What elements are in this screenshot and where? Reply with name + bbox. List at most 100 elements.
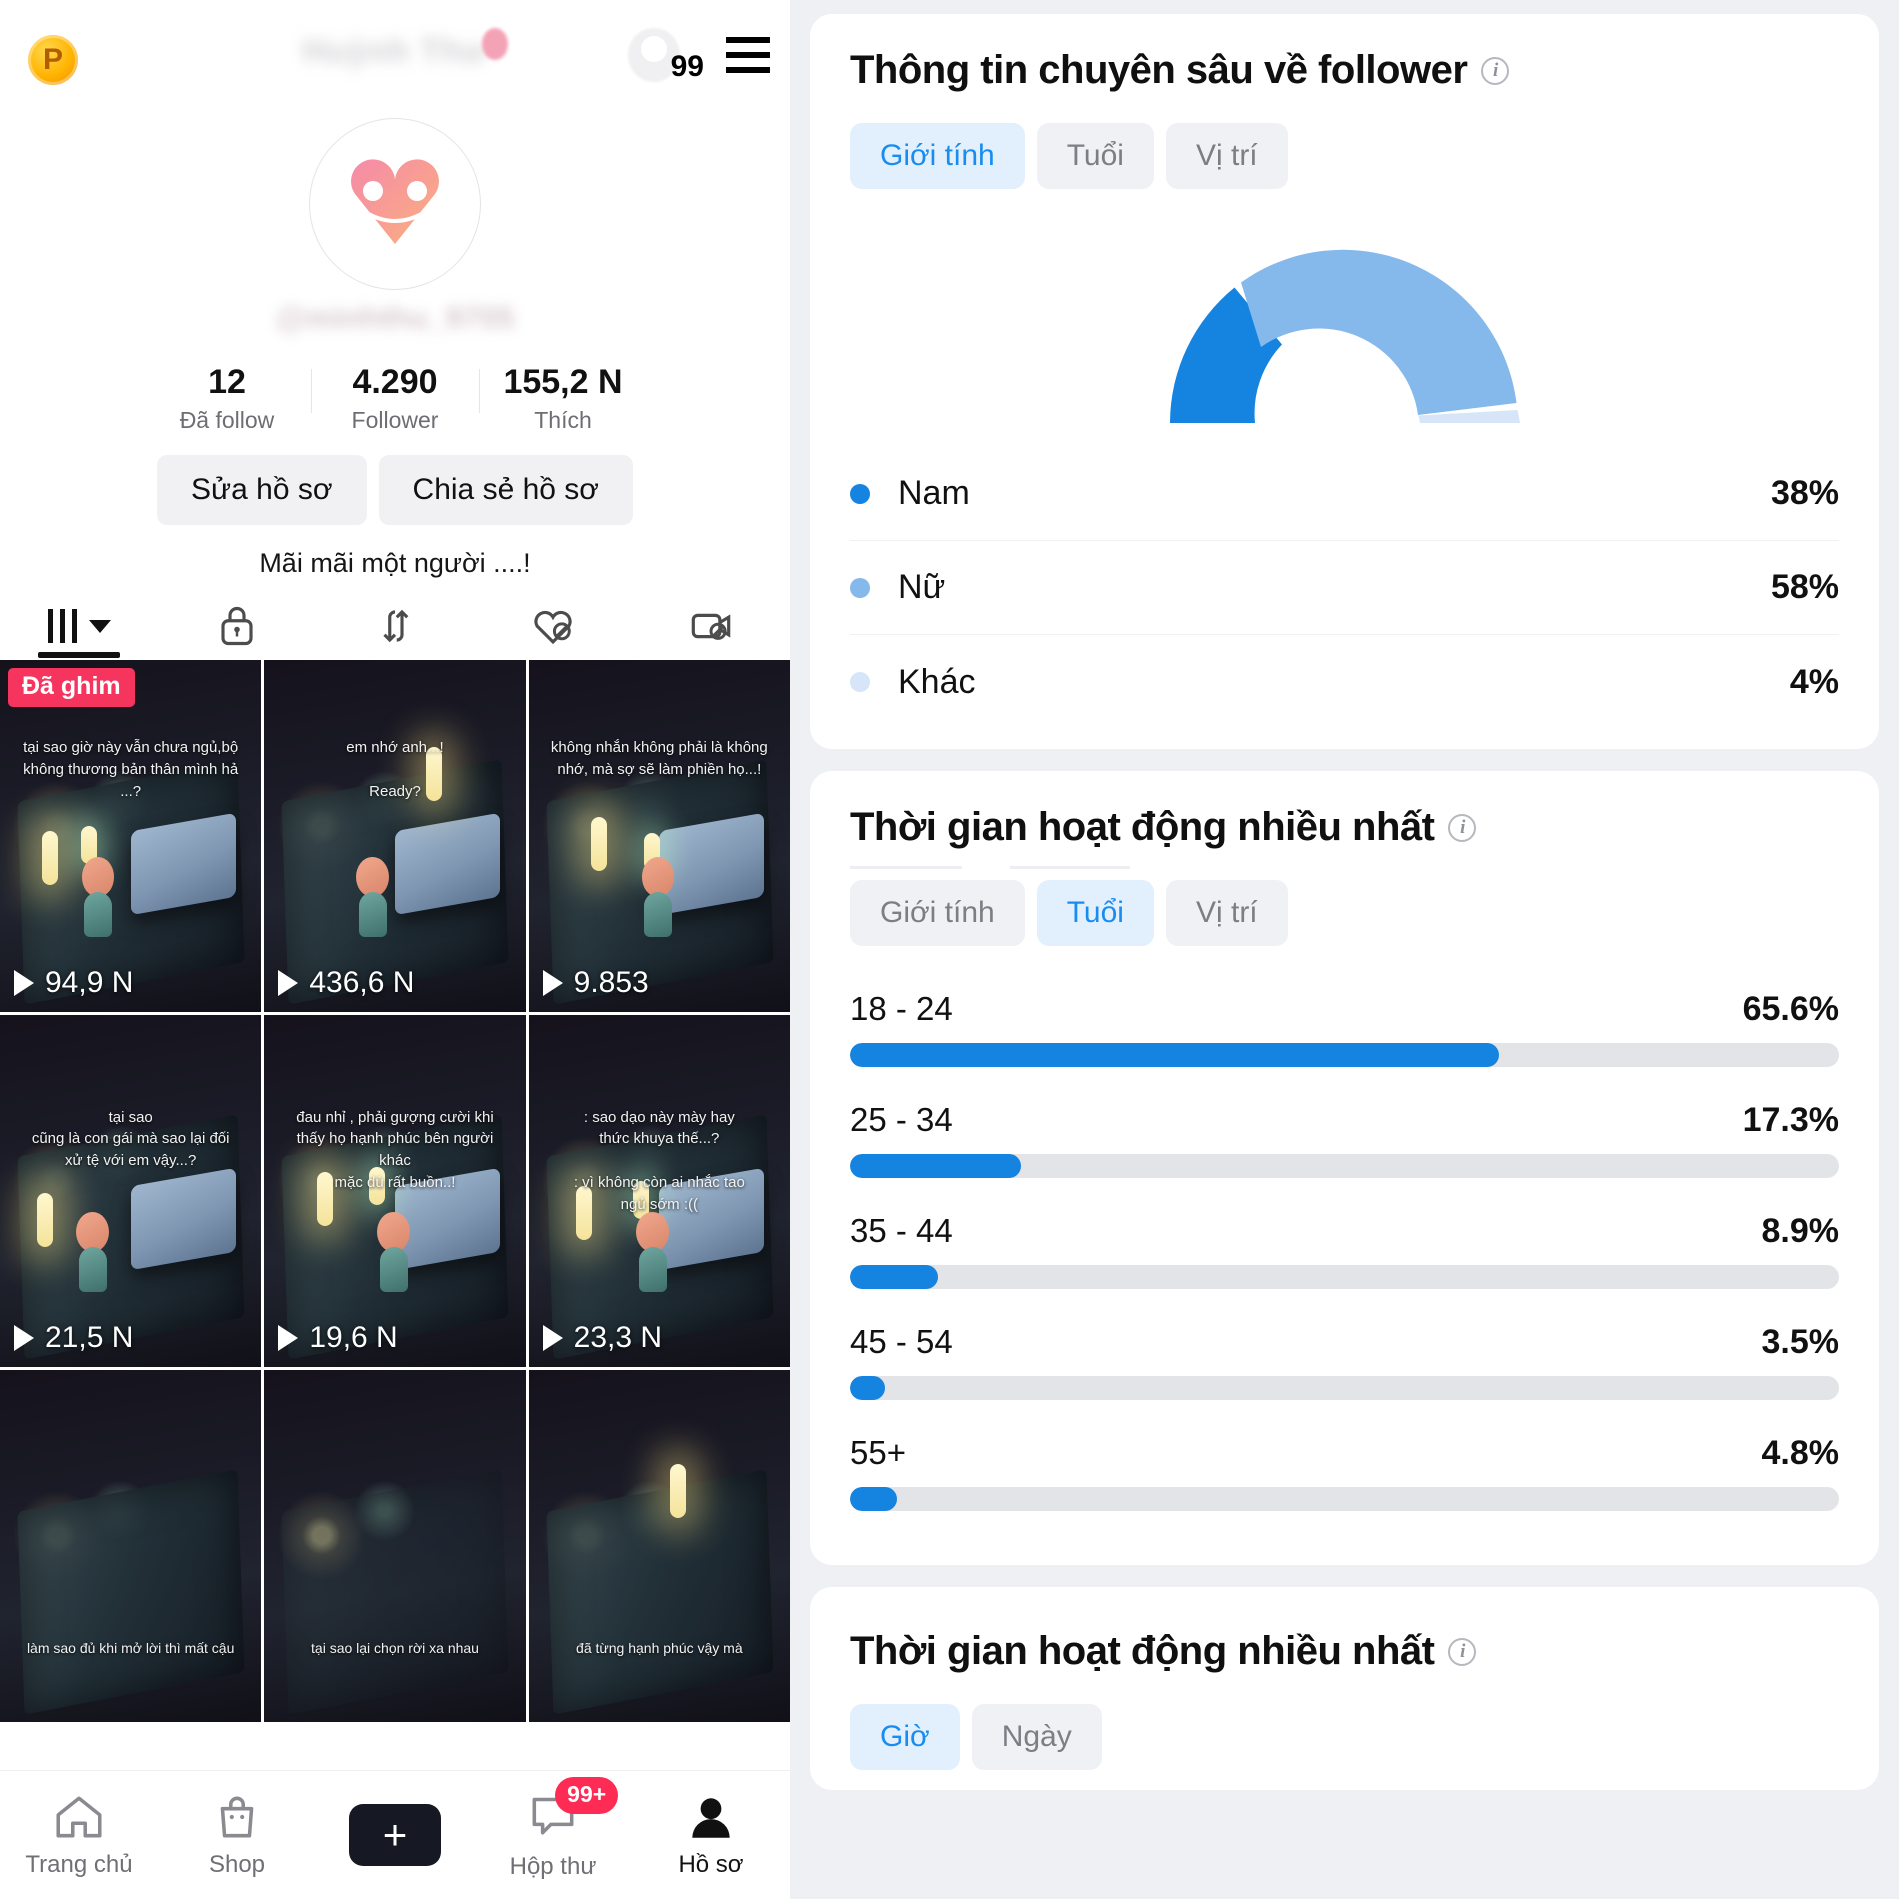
video-caption: làm sao đủ khi mở lời thì mất cậu: [26, 1639, 235, 1656]
stat-likes[interactable]: 155,2 N Thích: [479, 363, 647, 434]
tab-hour[interactable]: Giờ: [850, 1704, 960, 1770]
legend-row: Nữ 58%: [850, 541, 1839, 635]
blurred-username: Huỳnh Thư: [302, 32, 488, 69]
video-caption: : sao dạo này mày hay thức khuya thế...?:…: [573, 1108, 745, 1213]
tab-liked-hidden[interactable]: [474, 598, 632, 654]
view-count: 19,6 N: [309, 1321, 398, 1354]
play-icon: [278, 1325, 299, 1351]
legend-value: 38%: [1770, 474, 1839, 512]
time-activity-card: Thời gian hoạt động nhiều nhất i Giờ Ngà…: [810, 1587, 1879, 1790]
legend-dot: [850, 483, 870, 504]
play-icon: [14, 970, 34, 996]
bar-track: [850, 1487, 1839, 1511]
infinity-heart-logo-icon: [351, 159, 439, 244]
video-thumbnail[interactable]: không nhắn không phải là không nhớ, mà sợ…: [528, 660, 790, 1012]
legend-dot: [850, 577, 870, 598]
pinned-badge: Đã ghim: [8, 668, 135, 707]
home-icon: [56, 1796, 102, 1837]
bar-fill: [850, 1043, 1499, 1067]
shop-bag-icon: [220, 1796, 254, 1837]
video-caption: em nhớ anh...! Ready?: [346, 739, 444, 800]
play-icon: [278, 970, 299, 996]
video-thumbnail[interactable]: làm sao đủ khi mở lời thì mất cậu: [0, 1370, 262, 1722]
tab-private[interactable]: [158, 598, 316, 654]
stat-followers[interactable]: 4.290 Follower: [311, 363, 479, 434]
stat-label: Thích: [534, 407, 592, 434]
info-icon[interactable]: i: [1448, 813, 1477, 842]
view-count: 21,5 N: [45, 1321, 134, 1354]
tab-videos-hidden[interactable]: [632, 598, 790, 654]
tab-location[interactable]: Vị trí: [1165, 123, 1288, 189]
hamburger-icon[interactable]: [702, 37, 770, 73]
bar-row: 18 - 24 65.6%: [850, 990, 1839, 1067]
video-thumbnail[interactable]: : sao dạo này mày hay thức khuya thế...?:…: [528, 1015, 790, 1367]
nav-label: Trang chủ: [25, 1850, 133, 1878]
bottom-navigation: Trang chủ Shop + 99+ Hộp thư Hồ sơ: [0, 1770, 790, 1899]
nav-item-profile[interactable]: Hồ sơ: [632, 1792, 790, 1879]
card-title: Thông tin chuyên sâu về follower i: [850, 48, 1839, 93]
tab-location[interactable]: Vị trí: [1165, 880, 1288, 946]
tab-gender[interactable]: Giới tính: [850, 123, 1025, 189]
analytics-panel: Thông tin chuyên sâu về follower i Giới …: [790, 0, 1899, 1899]
info-icon[interactable]: i: [1448, 1637, 1477, 1666]
share-profile-button[interactable]: Chia sẻ hồ sơ: [378, 455, 633, 525]
blurred-handle: @minhthu_9705: [275, 300, 515, 335]
bar-fill: [850, 1376, 885, 1400]
video-thumbnail[interactable]: tại sao lại chọn rời xa nhau: [264, 1370, 526, 1722]
bar-track: [850, 1043, 1839, 1067]
age-activity-card: Thời gian hoạt động nhiều nhất i Giới tí…: [810, 771, 1879, 1565]
coin-badge-icon[interactable]: P: [28, 35, 78, 85]
stat-following[interactable]: 12 Đã follow: [143, 363, 311, 434]
nav-label: Shop: [208, 1850, 266, 1878]
video-caption: đã từng hạnh phúc vậy mà: [576, 1639, 743, 1656]
follower-tab-row: Giới tính Tuổi Vị trí: [850, 123, 1839, 189]
video-thumbnail[interactable]: Đã ghim tại sao giờ này vẫn chưa ngủ,bộ k…: [0, 660, 262, 1012]
gauge-svg: [1169, 249, 1520, 423]
tab-age[interactable]: Tuổi: [1036, 880, 1154, 946]
bar-fill: [850, 1265, 939, 1289]
video-thumbnail[interactable]: đã từng hạnh phúc vậy mà: [528, 1370, 790, 1722]
video-thumbnail[interactable]: em nhớ anh...! Ready? 436,6 N: [264, 660, 526, 1012]
bar-label: 18 - 24: [850, 990, 953, 1027]
bar-row: 45 - 54 3.5%: [850, 1323, 1839, 1400]
tab-reposts[interactable]: [316, 598, 474, 654]
nav-item-shop[interactable]: Shop: [158, 1792, 316, 1879]
tab-day[interactable]: Ngày: [971, 1704, 1102, 1770]
tab-underline-ghost: [850, 866, 962, 869]
profile-action-buttons: Sửa hồ sơ Chia sẻ hồ sơ: [0, 455, 790, 525]
header-right-group: 99: [628, 28, 770, 83]
nav-item-create[interactable]: +: [316, 1804, 474, 1866]
stat-value: 4.290: [352, 363, 438, 401]
card-title: Thời gian hoạt động nhiều nhất i: [850, 1629, 1839, 1674]
stat-value: 155,2 N: [503, 363, 623, 401]
bar-value: 65.6%: [1742, 990, 1839, 1028]
stat-label: Đã follow: [179, 407, 275, 434]
bar-track: [850, 1376, 1839, 1400]
profile-header-area: P Huỳnh Thư 99 @minhthu_9705 12 Đã follo…: [0, 0, 790, 660]
edit-profile-button[interactable]: Sửa hồ sơ: [157, 455, 367, 525]
tab-age[interactable]: Tuổi: [1036, 123, 1154, 189]
nav-item-inbox[interactable]: 99+ Hộp thư: [474, 1777, 632, 1881]
bar-row: 55+ 4.8%: [850, 1434, 1839, 1511]
play-icon: [14, 1325, 34, 1351]
tab-gender[interactable]: Giới tính: [850, 880, 1025, 946]
video-thumbnail[interactable]: tại sao cũng là con gái mà sao lại đối xử …: [0, 1015, 262, 1367]
profile-avatar[interactable]: [309, 118, 481, 290]
legend-label: Khác: [898, 662, 976, 701]
follower-insights-card: Thông tin chuyên sâu về follower i Giới …: [810, 14, 1879, 749]
profile-person-icon: [692, 1797, 730, 1838]
view-count: 9.853: [573, 966, 649, 999]
card-title-text: Thông tin chuyên sâu về follower: [850, 48, 1468, 92]
video-grid: Đã ghim tại sao giờ này vẫn chưa ngủ,bộ k…: [0, 660, 790, 1770]
screenshot-root: P Huỳnh Thư 99 @minhthu_9705 12 Đã follo…: [0, 0, 1899, 1899]
video-thumbnail[interactable]: đau nhỉ , phải gượng cười khi thấy họ hạn…: [264, 1015, 526, 1367]
info-icon[interactable]: i: [1481, 56, 1510, 85]
legend-value: 4%: [1789, 662, 1839, 701]
tab-videos-grid[interactable]: [0, 598, 158, 654]
create-plus-icon[interactable]: +: [342, 1804, 448, 1866]
bar-value: 4.8%: [1761, 1434, 1840, 1472]
nav-label: Hộp thư: [509, 1853, 597, 1880]
nav-item-home[interactable]: Trang chủ: [0, 1792, 158, 1879]
view-count: 23,3 N: [573, 1321, 663, 1354]
notification-avatar[interactable]: 99: [628, 28, 704, 83]
